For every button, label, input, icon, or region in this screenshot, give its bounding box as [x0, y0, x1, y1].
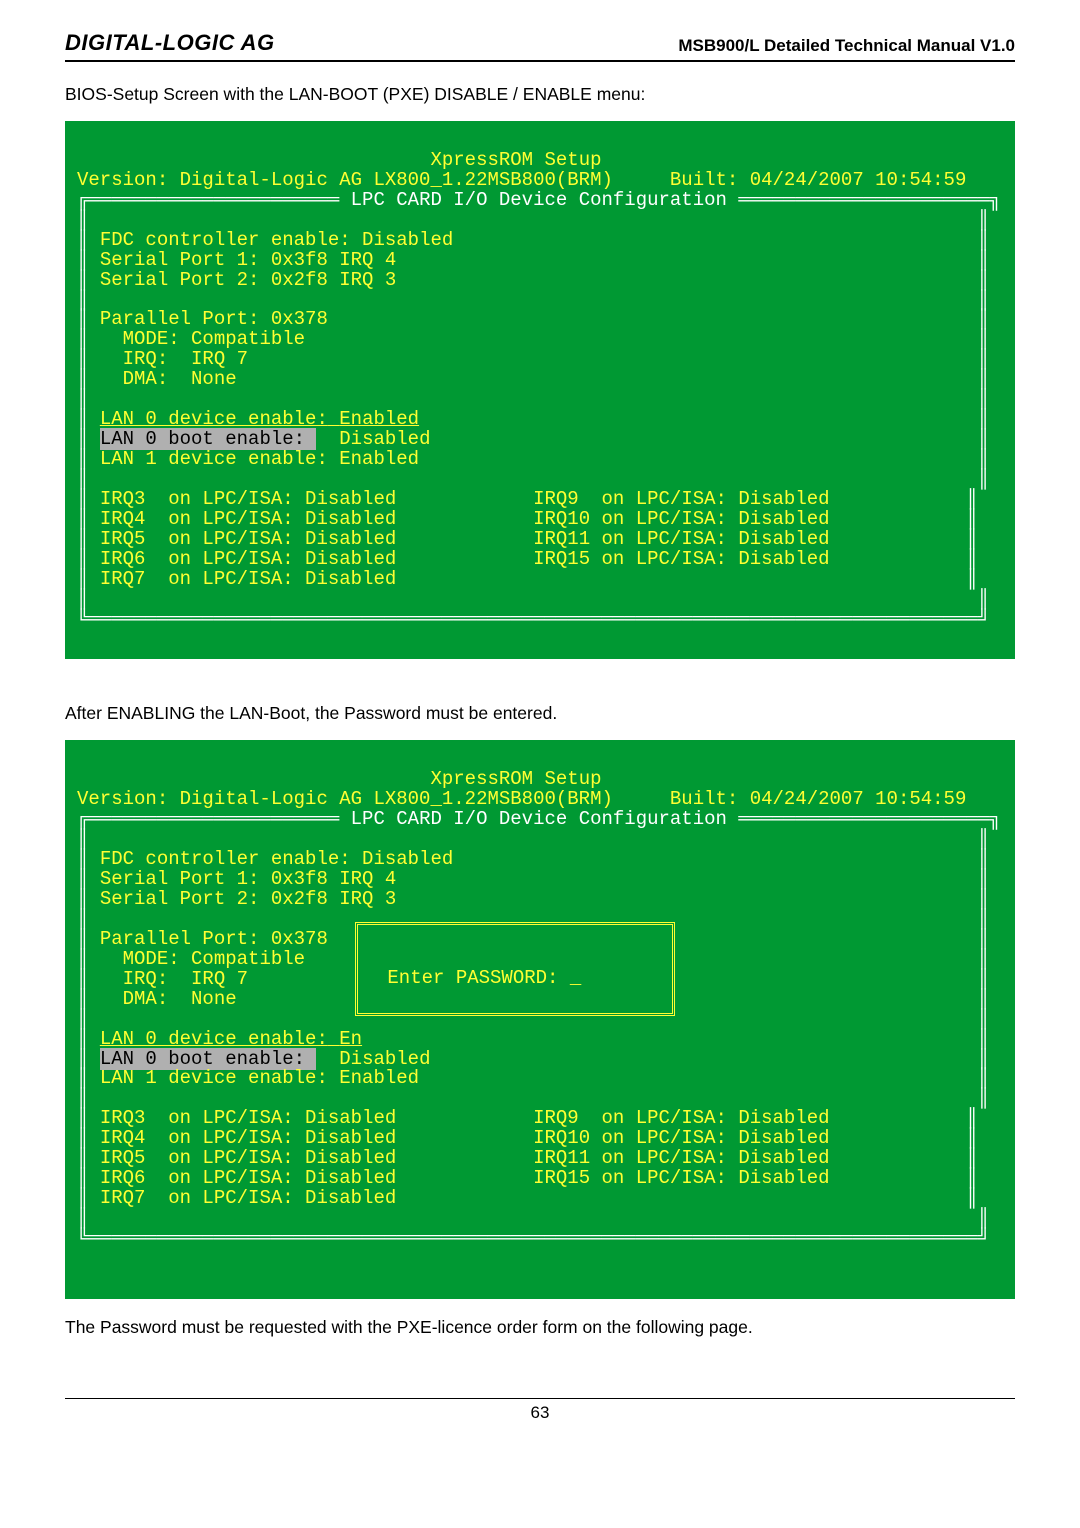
fdc-line[interactable]: FDC controller enable: Disabled: [100, 229, 453, 251]
lan0-device[interactable]: LAN 0 device enable: Enabled: [100, 408, 419, 430]
bios-version-left: Version: Digital-Logic AG LX800_1.22MSB8…: [77, 169, 613, 191]
lan1-device-2[interactable]: LAN 1 device enable: Enabled: [100, 1067, 419, 1089]
irq11-line[interactable]: IRQ11 on LPC/ISA: Disabled: [533, 528, 829, 550]
irq5-line-2[interactable]: IRQ5 on LPC/ISA: Disabled: [100, 1147, 396, 1169]
irq15-line-2[interactable]: IRQ15 on LPC/ISA: Disabled: [533, 1167, 829, 1189]
irq4-line[interactable]: IRQ4 on LPC/ISA: Disabled: [100, 508, 396, 530]
parallel-addr-2[interactable]: Parallel Port: 0x378: [100, 928, 328, 950]
bios-version-right-2: Built: 04/24/2007 10:54:59: [670, 788, 966, 810]
password-dialog[interactable]: Enter PASSWORD: _: [355, 922, 675, 1016]
intro-text-1: BIOS-Setup Screen with the LAN-BOOT (PXE…: [65, 84, 1015, 105]
irq11-line-2[interactable]: IRQ11 on LPC/ISA: Disabled: [533, 1147, 829, 1169]
page-header: DIGITAL-LOGIC AG MSB900/L Detailed Techn…: [65, 30, 1015, 62]
lan0-boot-selected-2[interactable]: LAN 0 boot enable:: [100, 1048, 317, 1070]
fdc-line-2[interactable]: FDC controller enable: Disabled: [100, 848, 453, 870]
lan0-device-2[interactable]: LAN 0 device enable: En: [100, 1028, 362, 1050]
irq4-line-2[interactable]: IRQ4 on LPC/ISA: Disabled: [100, 1127, 396, 1149]
irq10-line[interactable]: IRQ10 on LPC/ISA: Disabled: [533, 508, 829, 530]
page-number: 63: [65, 1398, 1015, 1423]
parallel-mode[interactable]: MODE: Compatible: [100, 328, 305, 350]
outro-text: The Password must be requested with the …: [65, 1317, 1015, 1338]
irq10-line-2[interactable]: IRQ10 on LPC/ISA: Disabled: [533, 1127, 829, 1149]
password-prompt-line: [376, 947, 387, 969]
header-doc-title: MSB900/L Detailed Technical Manual V1.0: [678, 36, 1015, 56]
serial2-line-2[interactable]: Serial Port 2: 0x2f8 IRQ 3: [100, 888, 396, 910]
irq5-line[interactable]: IRQ5 on LPC/ISA: Disabled: [100, 528, 396, 550]
serial1-line[interactable]: Serial Port 1: 0x3f8 IRQ 4: [100, 249, 396, 271]
bios-version-right: Built: 04/24/2007 10:54:59: [670, 169, 966, 191]
box-title-2: LPC CARD I/O Device Configuration: [339, 808, 738, 830]
bios-version-left-2: Version: Digital-Logic AG LX800_1.22MSB8…: [77, 788, 613, 810]
password-prompt-pad: [376, 987, 387, 1009]
bios-title-2: XpressROM Setup: [430, 768, 601, 790]
box-top-2: ╔══════════════════════ LPC CARD I/O Dev…: [77, 808, 1001, 830]
bios-title: XpressROM Setup: [430, 149, 601, 171]
bios-screen-2: XpressROM Setup Version: Digital-Logic A…: [65, 740, 1015, 1298]
bios-title-line: XpressROM Setup Version: Digital-Logic A…: [77, 149, 966, 191]
box-title: LPC CARD I/O Device Configuration: [339, 189, 738, 211]
parallel-dma-2[interactable]: DMA: None: [100, 988, 237, 1010]
bios-screen-1: XpressROM Setup Version: Digital-Logic A…: [65, 121, 1015, 659]
irq15-line[interactable]: IRQ15 on LPC/ISA: Disabled: [533, 548, 829, 570]
serial2-line[interactable]: Serial Port 2: 0x2f8 IRQ 3: [100, 269, 396, 291]
password-prompt[interactable]: Enter PASSWORD: _: [387, 967, 581, 989]
irq3-line-2[interactable]: IRQ3 on LPC/ISA: Disabled: [100, 1107, 396, 1129]
bios-title-line-2: XpressROM Setup Version: Digital-Logic A…: [77, 768, 966, 810]
parallel-irq-2[interactable]: IRQ: IRQ 7: [100, 968, 248, 990]
irq7-line-2[interactable]: IRQ7 on LPC/ISA: Disabled: [100, 1187, 396, 1209]
parallel-irq[interactable]: IRQ: IRQ 7: [100, 348, 248, 370]
irq9-line-2[interactable]: IRQ9 on LPC/ISA: Disabled: [533, 1107, 829, 1129]
serial1-line-2[interactable]: Serial Port 1: 0x3f8 IRQ 4: [100, 868, 396, 890]
parallel-addr[interactable]: Parallel Port: 0x378: [100, 308, 328, 330]
parallel-dma[interactable]: DMA: None: [100, 368, 237, 390]
intro-text-2: After ENABLING the LAN-Boot, the Passwor…: [65, 703, 1015, 724]
header-company: DIGITAL-LOGIC AG: [65, 30, 275, 56]
irq6-line[interactable]: IRQ6 on LPC/ISA: Disabled: [100, 548, 396, 570]
box-top: ╔══════════════════════ LPC CARD I/O Dev…: [77, 189, 1001, 211]
irq3-line[interactable]: IRQ3 on LPC/ISA: Disabled: [100, 488, 396, 510]
irq7-line[interactable]: IRQ7 on LPC/ISA: Disabled: [100, 568, 396, 590]
lan0-boot-selected[interactable]: LAN 0 boot enable:: [100, 428, 317, 450]
irq9-line[interactable]: IRQ9 on LPC/ISA: Disabled: [533, 488, 829, 510]
parallel-mode-2[interactable]: MODE: Compatible: [100, 948, 305, 970]
lan1-device[interactable]: LAN 1 device enable: Enabled: [100, 448, 419, 470]
irq6-line-2[interactable]: IRQ6 on LPC/ISA: Disabled: [100, 1167, 396, 1189]
